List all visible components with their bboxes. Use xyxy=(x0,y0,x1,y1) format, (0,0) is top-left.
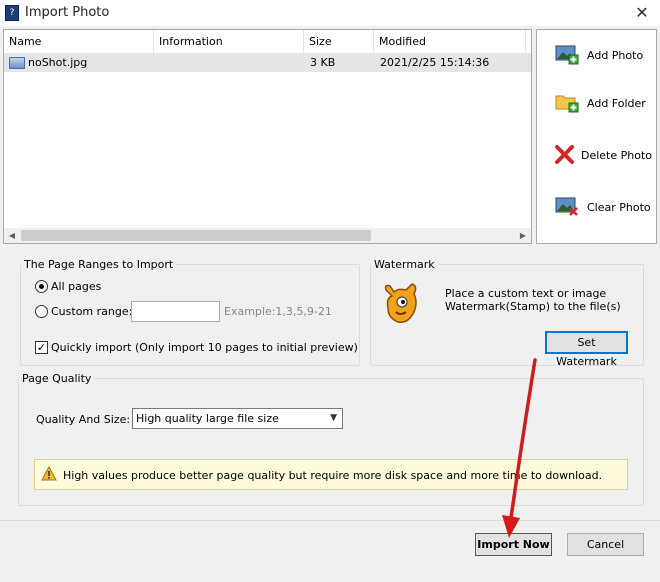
quality-size-select[interactable]: High quality large file size ▼ xyxy=(132,408,343,429)
add-photo-icon xyxy=(555,45,579,65)
clear-photo-label: Clear Photo xyxy=(587,201,651,214)
file-list[interactable]: Name Information Size Modified noShot.jp… xyxy=(3,29,532,244)
page-quality-legend: Page Quality xyxy=(22,372,92,385)
delete-x-icon xyxy=(555,145,574,164)
close-button[interactable]: ✕ xyxy=(630,2,654,24)
list-header: Name Information Size Modified xyxy=(4,30,531,54)
image-file-icon xyxy=(9,57,25,69)
watermark-description-line2: Watermark(Stamp) to the file(s) xyxy=(445,300,621,313)
clear-photo-icon xyxy=(555,197,578,216)
quality-size-value: High quality large file size xyxy=(136,412,279,425)
page-ranges-legend: The Page Ranges to Import xyxy=(24,258,174,271)
set-watermark-button[interactable]: Set Watermark xyxy=(545,331,628,368)
column-header-extra[interactable] xyxy=(526,30,531,54)
custom-range-input[interactable] xyxy=(131,301,220,322)
warning-text: High values produce better page quality … xyxy=(63,469,603,482)
column-header-information[interactable]: Information xyxy=(154,30,304,54)
warning-banner: High values produce better page quality … xyxy=(34,459,628,490)
import-now-button[interactable]: Import Now xyxy=(475,533,552,556)
warning-icon xyxy=(41,466,57,481)
gimp-logo-icon xyxy=(384,283,417,324)
column-header-name[interactable]: Name xyxy=(4,30,154,54)
delete-photo-button[interactable]: Delete Photo xyxy=(537,136,656,176)
add-folder-label: Add Folder xyxy=(587,97,646,110)
file-name: noShot.jpg xyxy=(28,56,88,69)
clear-photo-button[interactable]: Clear Photo xyxy=(537,188,656,228)
scrollbar-thumb[interactable] xyxy=(21,230,371,241)
column-header-modified[interactable]: Modified xyxy=(374,30,526,54)
horizontal-scrollbar[interactable]: ◀ ▶ xyxy=(4,228,531,243)
add-photo-label: Add Photo xyxy=(587,49,644,62)
quick-import-checkbox[interactable]: ✓ xyxy=(35,341,48,354)
quick-import-label: Quickly import (Only import 10 pages to … xyxy=(51,341,358,354)
add-folder-icon xyxy=(555,95,579,113)
file-row[interactable]: noShot.jpg 3 KB 2021/2/25 15:14:36 xyxy=(4,54,531,72)
title-bar: ? Import Photo ✕ xyxy=(0,0,660,26)
watermark-description-line1: Place a custom text or image xyxy=(445,287,607,300)
all-pages-label: All pages xyxy=(51,280,102,293)
all-pages-radio[interactable] xyxy=(35,280,48,293)
file-modified: 2021/2/25 15:14:36 xyxy=(380,56,490,69)
app-icon: ? xyxy=(5,5,19,21)
scroll-left-arrow[interactable]: ◀ xyxy=(4,228,20,243)
add-folder-button[interactable]: Add Folder xyxy=(537,84,656,124)
custom-range-label: Custom range: xyxy=(51,305,133,318)
chevron-down-icon: ▼ xyxy=(330,413,337,423)
side-action-panel: Add Photo Add Folder Delete Photo Clear … xyxy=(536,29,657,244)
column-header-size[interactable]: Size xyxy=(304,30,374,54)
quality-size-label: Quality And Size: xyxy=(36,413,131,426)
cancel-button[interactable]: Cancel xyxy=(567,533,644,556)
window-title: Import Photo xyxy=(25,5,110,20)
watermark-legend: Watermark xyxy=(374,258,435,271)
scroll-right-arrow[interactable]: ▶ xyxy=(515,228,531,243)
delete-photo-label: Delete Photo xyxy=(581,149,653,162)
custom-range-radio[interactable] xyxy=(35,305,48,318)
file-size: 3 KB xyxy=(310,56,336,69)
footer-divider xyxy=(0,520,660,521)
add-photo-button[interactable]: Add Photo xyxy=(537,36,656,76)
range-example-hint: Example:1,3,5,9-21 xyxy=(224,305,332,318)
